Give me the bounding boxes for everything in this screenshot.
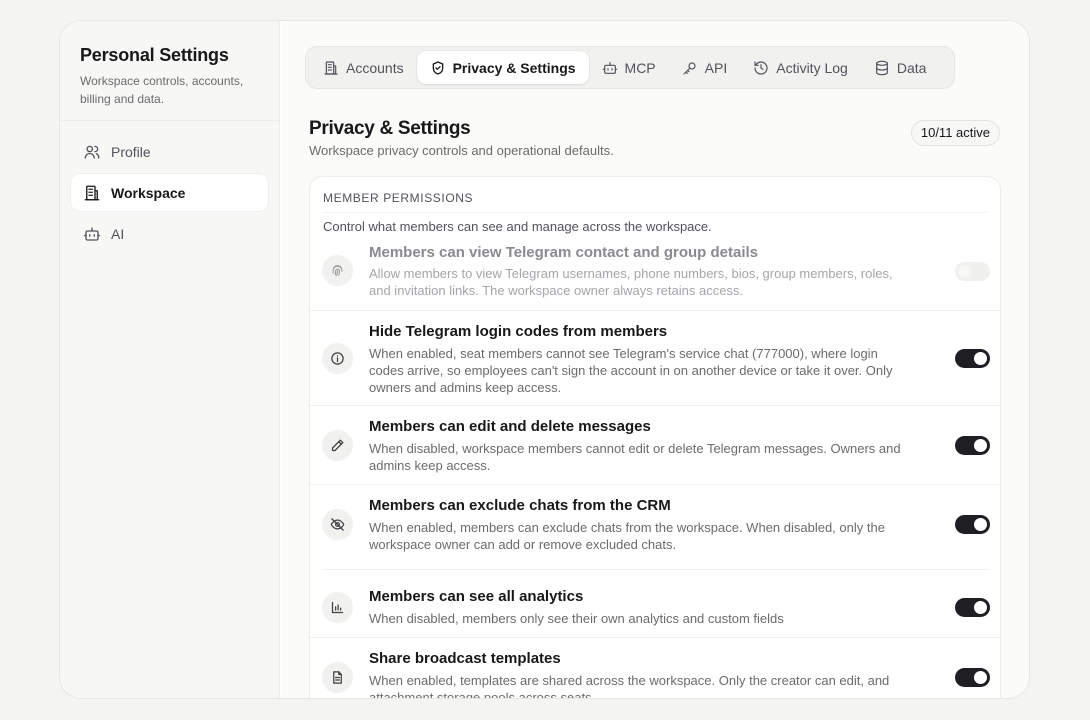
setting-row-view-contact-details: Members can view Telegram contact and gr… [310, 237, 1000, 310]
section-subtitle: Control what members can see and manage … [323, 219, 712, 234]
database-icon [874, 60, 890, 76]
setting-description: When disabled, members only see their ow… [369, 611, 784, 626]
toggle-hide-login-codes[interactable] [955, 349, 990, 368]
setting-row-see-all-analytics: Members can see all analytics When disab… [322, 569, 990, 637]
fingerprint-icon [322, 255, 353, 286]
settings-window: Personal Settings Workspace controls, ac… [59, 20, 1030, 699]
section-title: MEMBER PERMISSIONS [323, 191, 987, 213]
setting-row-share-broadcast-templates: Share broadcast templates When enabled, … [310, 637, 1000, 699]
tab-mcp[interactable]: MCP [589, 51, 669, 84]
setting-description: When enabled, members can exclude chats … [369, 520, 885, 552]
setting-title: Members can view Telegram contact and gr… [369, 244, 758, 261]
building-icon [323, 60, 339, 76]
sidebar-nav: Profile Workspace AI [60, 121, 279, 268]
tab-label: Accounts [346, 59, 404, 76]
tab-data[interactable]: Data [861, 51, 940, 84]
setting-row-edit-delete-messages: Members can edit and delete messages Whe… [310, 405, 1000, 484]
tab-label: Data [896, 59, 927, 76]
tab-label: MCP [624, 59, 656, 76]
sidebar-header: Personal Settings Workspace controls, ac… [60, 21, 279, 121]
toggle-see-all-analytics[interactable] [955, 598, 990, 617]
toggle-share-broadcast-templates[interactable] [955, 668, 990, 687]
member-permissions-card: MEMBER PERMISSIONS Control what members … [309, 176, 1001, 699]
sidebar-item-profile[interactable]: Profile [71, 133, 268, 170]
sidebar-title: Personal Settings [80, 45, 229, 65]
tab-api[interactable]: API [669, 51, 741, 84]
tab-bar: Accounts Privacy & Settings MCP API Acti… [305, 46, 955, 89]
tab-activity-log[interactable]: Activity Log [740, 51, 861, 84]
setting-title: Members can exclude chats from the CRM [369, 497, 671, 514]
setting-title: Share broadcast templates [369, 650, 561, 667]
file-text-icon [322, 662, 353, 693]
setting-title: Members can edit and delete messages [369, 418, 651, 435]
setting-description: When enabled, templates are shared acros… [369, 673, 890, 699]
page-title: Privacy & Settings [309, 118, 471, 139]
toggle-view-contact-details[interactable] [955, 262, 990, 281]
building-icon [83, 184, 101, 202]
setting-row-exclude-chats: Members can exclude chats from the CRM W… [310, 484, 1000, 569]
tab-accounts[interactable]: Accounts [310, 51, 417, 84]
setting-description: When enabled, seat members cannot see Te… [369, 346, 893, 395]
sidebar-item-label: AI [111, 225, 125, 242]
tab-privacy-settings[interactable]: Privacy & Settings [416, 51, 589, 84]
toggle-exclude-chats[interactable] [955, 515, 990, 534]
tab-label: Activity Log [776, 59, 848, 76]
sidebar: Personal Settings Workspace controls, ac… [60, 21, 280, 698]
section-header: MEMBER PERMISSIONS Control what members … [310, 177, 1000, 234]
sidebar-subtitle: Workspace controls, accounts, billing an… [80, 74, 244, 106]
bar-chart-icon [322, 592, 353, 623]
main-content: Accounts Privacy & Settings MCP API Acti… [281, 21, 1029, 698]
setting-title: Members can see all analytics [369, 588, 584, 605]
toggle-edit-delete-messages[interactable] [955, 436, 990, 455]
setting-description: When disabled, workspace members cannot … [369, 441, 901, 473]
key-icon [682, 60, 698, 76]
sidebar-item-label: Profile [111, 143, 151, 160]
tab-label: Privacy & Settings [452, 59, 576, 76]
bot-icon [83, 225, 101, 243]
shield-check-icon [430, 60, 446, 76]
setting-title: Hide Telegram login codes from members [369, 323, 668, 340]
sidebar-item-workspace[interactable]: Workspace [71, 174, 268, 211]
setting-description: Allow members to view Telegram usernames… [369, 266, 893, 298]
info-icon [322, 343, 353, 374]
users-icon [83, 143, 101, 161]
pencil-icon [322, 430, 353, 461]
tab-label: API [704, 59, 728, 76]
bot-icon [602, 60, 618, 76]
active-count-badge: 10/11 active [910, 120, 1000, 146]
page-subtitle: Workspace privacy controls and operation… [309, 143, 614, 158]
history-icon [753, 60, 769, 76]
eye-off-icon [322, 509, 353, 540]
sidebar-item-ai[interactable]: AI [71, 215, 268, 252]
setting-row-hide-login-codes: Hide Telegram login codes from members W… [310, 310, 1000, 405]
sidebar-item-label: Workspace [111, 184, 186, 201]
